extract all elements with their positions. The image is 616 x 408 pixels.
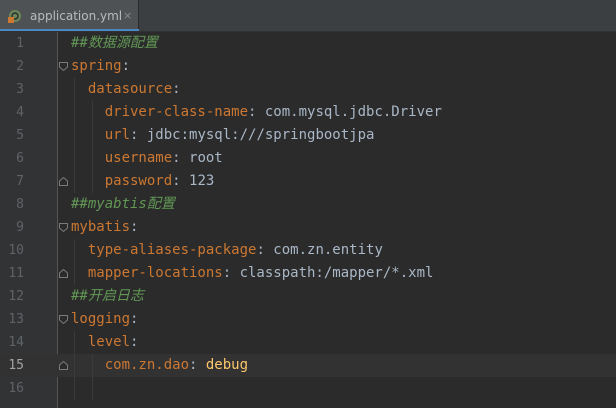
active-tab-indicator <box>0 29 139 31</box>
yaml-value: : com.mysql.jdbc.Driver <box>248 104 442 120</box>
code-line[interactable]: 8 ##myabtis配置 <box>0 193 616 216</box>
line-code: driver-class-name: com.mysql.jdbc.Driver <box>71 101 442 124</box>
yaml-comment: ##开启日志 <box>71 288 144 304</box>
yaml-value: : 123 <box>172 173 215 189</box>
code-line[interactable]: 14 level: <box>0 331 616 354</box>
line-code: url: jdbc:mysql:///springbootjpa <box>71 124 375 147</box>
yaml-key: url <box>104 127 131 143</box>
yaml-key: datasource <box>87 81 173 97</box>
fold-expand-icon[interactable] <box>59 223 68 232</box>
line-code: username: root <box>71 147 223 170</box>
yaml-key: level <box>87 334 131 350</box>
code-line[interactable]: 11 mapper-locations: classpath:/mapper/*… <box>0 262 616 285</box>
line-number: 12 <box>8 289 24 304</box>
line-code: level: <box>71 331 139 354</box>
yaml-value: : <box>121 58 131 74</box>
editor-tab-bar: application.yml × <box>0 0 616 32</box>
yaml-key: type-aliases-package <box>87 242 257 258</box>
line-number: 4 <box>16 105 24 120</box>
yaml-key: password <box>104 173 173 189</box>
yaml-value: : <box>130 219 139 235</box>
code-line[interactable]: 12 ##开启日志 <box>0 285 616 308</box>
code-editor[interactable]: 1 ##数据源配置 2 spring: 3 datasource: 4 driver-cl… <box>0 32 616 408</box>
yaml-value: : <box>130 334 139 350</box>
line-number: 14 <box>8 335 24 350</box>
yaml-value <box>71 104 105 120</box>
code-line[interactable]: 10 type-aliases-package: com.zn.entity <box>0 239 616 262</box>
fold-expand-icon[interactable] <box>59 315 68 324</box>
line-code: com.zn.dao: debug <box>71 354 248 377</box>
fold-expand-icon[interactable] <box>59 62 68 71</box>
line-code: ##myabtis配置 <box>71 193 175 216</box>
yaml-comment: ##myabtis配置 <box>71 196 175 212</box>
code-line[interactable]: 3 datasource: <box>0 78 616 101</box>
line-code: spring: <box>71 55 130 78</box>
line-code: ##开启日志 <box>71 285 144 308</box>
fold-end-icon[interactable] <box>59 177 68 186</box>
line-number: 9 <box>16 220 24 235</box>
yaml-value: : jdbc:mysql:///springbootjpa <box>130 127 375 143</box>
indent-guide <box>92 354 93 400</box>
close-icon[interactable]: × <box>123 8 132 24</box>
line-code: mapper-locations: classpath:/mapper/*.xm… <box>71 262 434 285</box>
yaml-value: : <box>130 311 139 327</box>
line-code: type-aliases-package: com.zn.entity <box>71 239 383 262</box>
yaml-key: com.zn.dao <box>104 357 190 373</box>
indent-guide <box>74 239 75 285</box>
fold-end-icon[interactable] <box>59 269 68 278</box>
line-code: ##数据源配置 <box>71 32 158 55</box>
line-number: 15 <box>8 358 24 373</box>
line-number: 1 <box>16 36 24 51</box>
tab-application-yml[interactable]: application.yml × <box>0 0 139 31</box>
yaml-value: : <box>172 81 181 97</box>
line-code: logging: <box>71 308 138 331</box>
indent-guide <box>92 101 93 193</box>
line-number: 5 <box>16 128 24 143</box>
code-line[interactable]: 9 mybatis: <box>0 216 616 239</box>
line-number: 6 <box>16 151 24 166</box>
indent-guide <box>74 331 75 400</box>
yaml-value <box>71 150 105 166</box>
yaml-value: : classpath:/mapper/*.xml <box>222 265 434 281</box>
line-number: 3 <box>16 82 24 97</box>
line-code: mybatis: <box>71 216 138 239</box>
yaml-value: : <box>189 357 206 373</box>
fold-end-icon[interactable] <box>59 361 68 370</box>
code-line[interactable]: 1 ##数据源配置 <box>0 32 616 55</box>
yaml-key: username <box>104 150 173 166</box>
tab-file-name: application.yml <box>30 9 123 23</box>
line-number: 7 <box>16 174 24 189</box>
code-line[interactable]: 2 spring: <box>0 55 616 78</box>
line-number: 2 <box>16 59 24 74</box>
yaml-value <box>71 173 105 189</box>
line-number: 16 <box>8 381 24 396</box>
yaml-value <box>71 127 105 143</box>
yaml-key: mybatis <box>71 219 131 235</box>
yaml-key: driver-class-name <box>104 104 249 120</box>
line-number: 11 <box>8 266 24 281</box>
indent-guide <box>74 78 75 193</box>
yaml-value: : com.zn.entity <box>256 242 383 258</box>
yaml-value: debug <box>205 357 249 373</box>
yaml-key: mapper-locations <box>87 265 223 281</box>
yaml-comment: ##数据源配置 <box>71 35 158 51</box>
yaml-value: : root <box>172 150 223 166</box>
line-number: 8 <box>16 197 24 212</box>
line-code: datasource: <box>71 78 181 101</box>
yaml-file-icon <box>8 10 21 23</box>
yaml-key: logging <box>71 311 131 327</box>
yaml-value <box>71 357 105 373</box>
code-line[interactable]: 13 logging: <box>0 308 616 331</box>
yaml-key: spring <box>71 58 122 74</box>
line-number: 13 <box>8 312 24 327</box>
line-number: 10 <box>8 243 24 258</box>
